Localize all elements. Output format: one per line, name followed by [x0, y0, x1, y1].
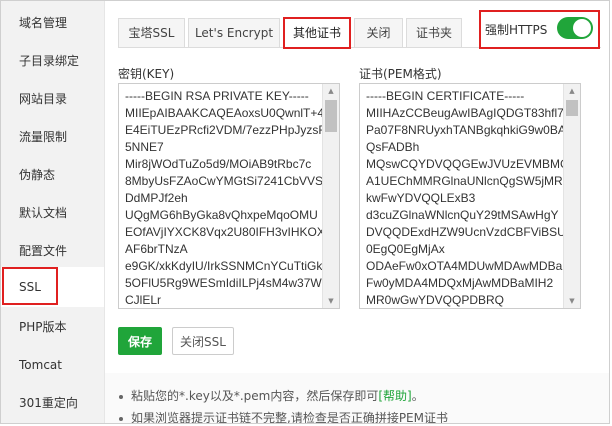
force-https-toggle[interactable] [557, 17, 593, 39]
scroll-down-icon[interactable]: ▼ [564, 294, 580, 308]
key-text: -----BEGIN RSA PRIVATE KEY----- MIIEpAIB… [125, 89, 333, 307]
sidebar-item-default-document[interactable]: 默认文档 [1, 193, 104, 233]
cert-scroll-thumb[interactable] [566, 100, 578, 116]
sidebar-item-php-version[interactable]: PHP版本 [1, 307, 104, 347]
cert-label: 证书(PEM格式) [359, 67, 442, 81]
sidebar-item-rewrite[interactable]: 伪静态 [1, 155, 104, 195]
sidebar-item-tomcat[interactable]: Tomcat [1, 345, 104, 385]
scroll-up-icon[interactable]: ▲ [323, 84, 339, 98]
save-button[interactable]: 保存 [118, 327, 162, 355]
key-scroll-thumb[interactable] [325, 100, 337, 132]
toggle-knob [573, 19, 591, 37]
sidebar-item-ssl[interactable]: SSL [1, 267, 104, 307]
key-scrollbar[interactable]: ▲ ▼ [322, 84, 339, 308]
tab-other-certificate[interactable]: 其他证书 [283, 18, 351, 48]
sidebar-item-domain-management[interactable]: 域名管理 [1, 3, 104, 43]
help-link[interactable]: [帮助] [378, 389, 411, 403]
sidebar-item-subdirectory-binding[interactable]: 子目录绑定 [1, 41, 104, 81]
note-line1-text: 粘贴您的*.key以及*.pem内容，然后保存即可 [131, 389, 379, 403]
note-paste-instruction: 粘贴您的*.key以及*.pem内容，然后保存即可[帮助]。 [119, 387, 424, 404]
note-line1-end: 。 [411, 389, 424, 403]
scroll-up-icon[interactable]: ▲ [564, 84, 580, 98]
force-https-label: 强制HTTPS [485, 23, 548, 37]
sidebar-item-traffic-limit[interactable]: 流量限制 [1, 117, 104, 157]
sidebar-item-config-file[interactable]: 配置文件 [1, 231, 104, 271]
tab-lets-encrypt[interactable]: Let's Encrypt [188, 18, 280, 48]
cert-textarea[interactable]: -----BEGIN CERTIFICATE----- MIIHAzCCBeug… [359, 83, 581, 309]
cert-text: -----BEGIN CERTIFICATE----- MIIHAzCCBeug… [366, 89, 570, 307]
site-settings-panel: 域名管理 子目录绑定 网站目录 流量限制 伪静态 默认文档 配置文件 SSL P… [0, 0, 610, 424]
tab-close[interactable]: 关闭 [354, 18, 403, 48]
bullet-icon [119, 394, 123, 399]
close-ssl-button[interactable]: 关闭SSL [172, 327, 234, 355]
cert-scrollbar[interactable]: ▲ ▼ [563, 84, 580, 308]
key-label: 密钥(KEY) [118, 67, 175, 81]
bullet-icon [119, 416, 123, 421]
tab-baota-ssl[interactable]: 宝塔SSL [118, 18, 185, 48]
notes-panel: 粘贴您的*.key以及*.pem内容，然后保存即可[帮助]。 如果浏览器提示证书… [105, 373, 609, 424]
note-line2-text: 如果浏览器提示证书链不完整,请检查是否正确拼接PEM证书 [131, 411, 448, 424]
sidebar-item-site-directory[interactable]: 网站目录 [1, 79, 104, 119]
tab-certificate-folder[interactable]: 证书夹 [406, 18, 462, 48]
sidebar-item-redirect-301[interactable]: 301重定向 [1, 383, 104, 423]
scroll-down-icon[interactable]: ▼ [323, 294, 339, 308]
key-textarea[interactable]: -----BEGIN RSA PRIVATE KEY----- MIIEpAIB… [118, 83, 340, 309]
sidebar: 域名管理 子目录绑定 网站目录 流量限制 伪静态 默认文档 配置文件 SSL P… [1, 1, 105, 423]
note-cert-chain: 如果浏览器提示证书链不完整,请检查是否正确拼接PEM证书 [119, 409, 448, 424]
